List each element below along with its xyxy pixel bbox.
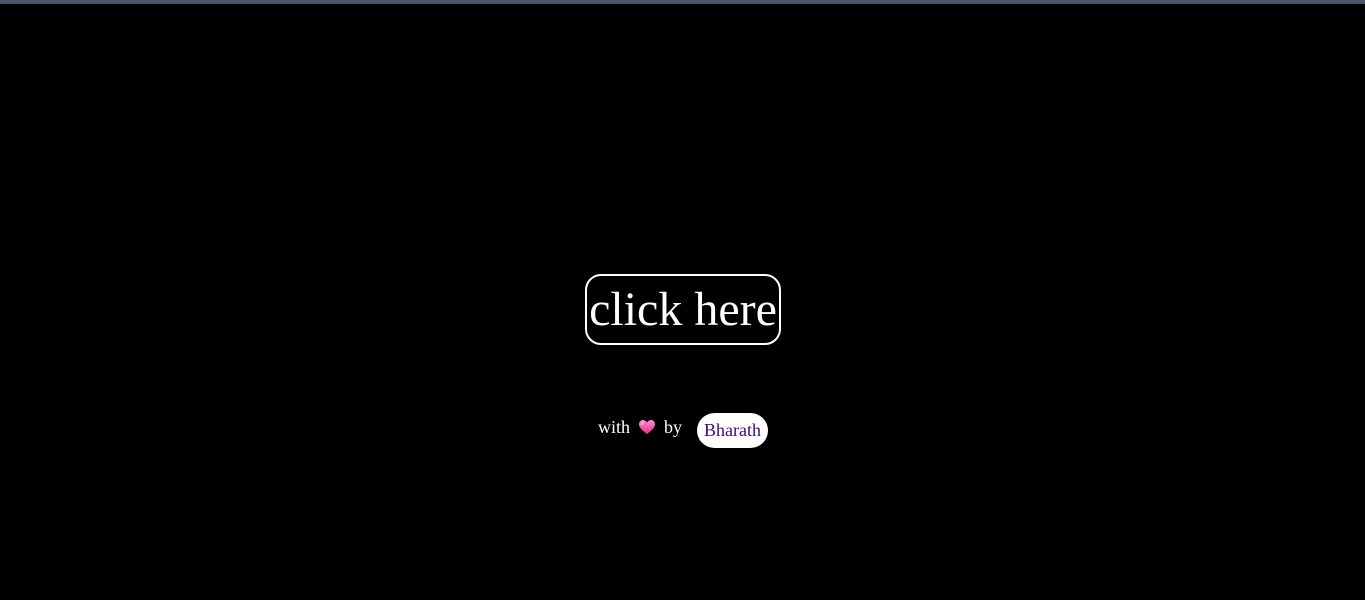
by-label: by [664, 416, 683, 437]
with-label: with [598, 416, 631, 437]
author-link[interactable]: Bharath [697, 412, 768, 448]
credit-line: with by Bharath [598, 412, 768, 448]
page-content: click here with by Bharath [0, 0, 1365, 600]
click-here-button[interactable]: click here [585, 274, 781, 345]
heart-icon [638, 418, 656, 436]
